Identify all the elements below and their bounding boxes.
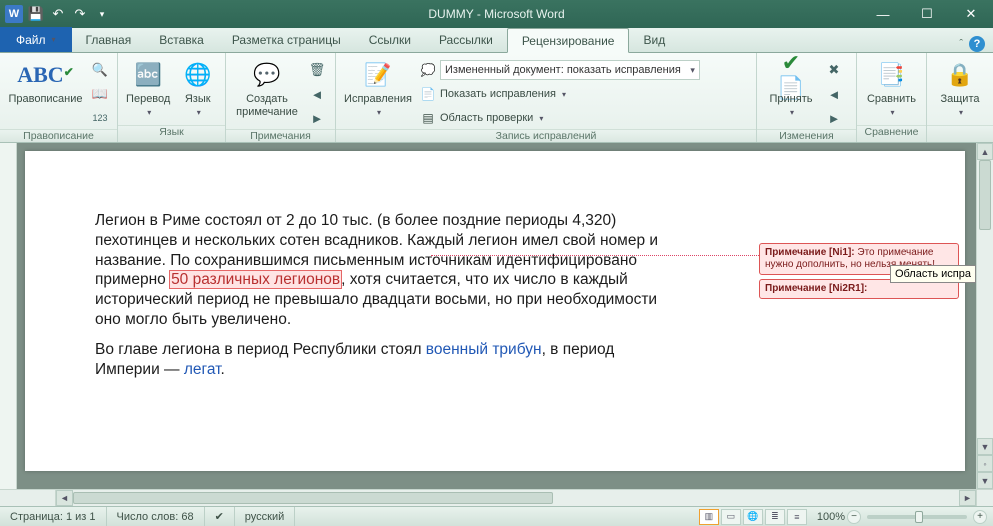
next-page-icon[interactable]: ▼ [977, 472, 993, 489]
scroll-left-icon[interactable]: ◄ [56, 490, 73, 506]
wordcount-icon[interactable]: 123 [89, 107, 111, 129]
accept-button[interactable]: ✔📄 Принять▾ [763, 57, 819, 119]
tab-insert[interactable]: Вставка [145, 27, 218, 52]
window-title: DUMMY - Microsoft Word [0, 7, 993, 21]
new-comment-button[interactable]: 💬 Создать примечание [232, 57, 302, 120]
display-for-review-combo[interactable]: Измененный документ: показать исправлени… [440, 60, 700, 80]
comment-leader-line [431, 255, 771, 256]
track-changes-icon: 📝 [362, 59, 394, 91]
browse-object-icon[interactable]: ◦ [977, 455, 993, 472]
tab-view[interactable]: Вид [629, 27, 679, 52]
scroll-thumb[interactable] [73, 492, 553, 504]
ribbon: ABC✔ Правописание 🔍 📖 123 Правописание 🔤… [0, 53, 993, 143]
group-language: Язык [118, 125, 225, 142]
zoom-slider-thumb[interactable] [915, 511, 923, 523]
text-run: . [221, 361, 225, 378]
reviewing-pane-button[interactable]: ▤ Область проверки▾ [418, 107, 702, 129]
vertical-scrollbar[interactable]: ▲ ▼ ◦ ▼ [976, 143, 993, 489]
scroll-corner [976, 489, 993, 506]
commented-range[interactable]: 50 различных легионов [170, 271, 341, 288]
next-change-icon[interactable]: ► [823, 107, 845, 129]
language-button[interactable]: 🌐 Язык▾ [176, 57, 219, 119]
view-outline-icon[interactable]: ≣ [765, 509, 785, 525]
tab-home[interactable]: Главная [72, 27, 146, 52]
group-tracking: Запись исправлений [336, 129, 756, 142]
accept-icon: ✔📄 [775, 59, 807, 91]
balloon-icon[interactable]: 💭 [420, 62, 436, 78]
tab-references[interactable]: Ссылки [355, 27, 425, 52]
globe-icon: 🌐 [182, 59, 214, 91]
page: Легион в Риме состоял от 2 до 10 тыс. (в… [25, 151, 965, 471]
translate-icon: 🔤 [132, 59, 164, 91]
hyperlink[interactable]: военный трибун [426, 341, 542, 358]
thesaurus-icon[interactable]: 📖 [89, 83, 111, 105]
pane-icon: ▤ [420, 110, 436, 126]
status-language[interactable]: русский [235, 507, 295, 526]
spelling-button[interactable]: ABC✔ Правописание [6, 57, 85, 108]
research-icon[interactable]: 🔍 [89, 59, 111, 81]
comment-label: Примечание [Ni1]: [765, 247, 857, 258]
horizontal-scrollbar[interactable]: ◄ ► [0, 489, 976, 506]
zoom-slider[interactable] [867, 515, 967, 519]
reject-icon[interactable]: ✖ [823, 59, 845, 81]
prev-change-icon[interactable]: ◄ [823, 83, 845, 105]
ribbon-minimize-icon[interactable]: ˆ [959, 38, 963, 50]
revisions-pane-tooltip: Область испра [890, 265, 976, 283]
chevron-down-icon: ▾ [52, 35, 56, 44]
hyperlink[interactable]: легат [184, 361, 221, 378]
tab-layout[interactable]: Разметка страницы [218, 27, 355, 52]
markup-icon: 📄 [420, 86, 436, 102]
new-comment-icon: 💬 [251, 59, 283, 91]
group-protect [927, 125, 993, 142]
document-shell: Легион в Риме состоял от 2 до 10 тыс. (в… [0, 143, 976, 489]
view-split-handle[interactable] [0, 490, 56, 506]
show-markup-button[interactable]: 📄 Показать исправления▾ [418, 83, 702, 105]
help-icon[interactable]: ? [969, 36, 985, 52]
status-bar: Страница: 1 из 1 Число слов: 68 ✔ русски… [0, 506, 993, 526]
paragraph[interactable]: Легион в Риме состоял от 2 до 10 тыс. (в… [95, 211, 665, 330]
lock-icon: 🔒 [944, 59, 976, 91]
protect-button[interactable]: 🔒 Защита▾ [933, 57, 987, 119]
tab-file[interactable]: Файл▾ [0, 27, 72, 52]
scroll-right-icon[interactable]: ► [959, 490, 976, 506]
view-web-icon[interactable]: 🌐 [743, 509, 763, 525]
group-comments: Примечания [226, 129, 335, 142]
paragraph[interactable]: Во главе легиона в период Республики сто… [95, 340, 665, 380]
group-proofing: Правописание [0, 129, 117, 142]
vertical-ruler[interactable] [0, 143, 17, 489]
status-page[interactable]: Страница: 1 из 1 [0, 507, 107, 526]
translate-button[interactable]: 🔤 Перевод▾ [124, 57, 172, 119]
group-changes: Изменения [757, 129, 856, 142]
status-wordcount[interactable]: Число слов: 68 [107, 507, 205, 526]
scroll-up-icon[interactable]: ▲ [977, 143, 993, 160]
next-comment-icon[interactable]: ► [306, 107, 328, 129]
compare-button[interactable]: 📑 Сравнить▾ [863, 57, 920, 119]
zoom-out-button[interactable]: − [847, 510, 861, 524]
prev-comment-icon[interactable]: ◄ [306, 83, 328, 105]
spellcheck-icon: ABC✔ [30, 59, 62, 91]
track-changes-button[interactable]: 📝 Исправления▾ [342, 57, 414, 119]
group-compare: Сравнение [857, 125, 926, 142]
status-proof-icon[interactable]: ✔ [205, 507, 235, 526]
zoom-in-button[interactable]: + [973, 510, 987, 524]
tab-mailings[interactable]: Рассылки [425, 27, 507, 52]
ribbon-tabs: Файл▾ Главная Вставка Разметка страницы … [0, 28, 993, 53]
title-bar: W 💾 ↶ ↷ ▾ DUMMY - Microsoft Word ― ☐ ✕ [0, 0, 993, 28]
view-fullscreen-icon[interactable]: ▭ [721, 509, 741, 525]
tab-review[interactable]: Рецензирование [507, 28, 630, 53]
text-run: Во главе легиона в период Республики сто… [95, 341, 426, 358]
scroll-thumb[interactable] [979, 160, 991, 230]
scroll-down-icon[interactable]: ▼ [977, 438, 993, 455]
compare-icon: 📑 [876, 59, 908, 91]
view-draft-icon[interactable]: ≡ [787, 509, 807, 525]
zoom-level[interactable]: 100% [817, 511, 845, 523]
delete-comment-icon[interactable]: 🗑 [306, 59, 328, 81]
document-viewport[interactable]: Легион в Риме состоял от 2 до 10 тыс. (в… [17, 143, 976, 489]
view-print-layout-icon[interactable]: ▥ [699, 509, 719, 525]
comment-label: Примечание [Ni2R1]: [765, 283, 867, 294]
